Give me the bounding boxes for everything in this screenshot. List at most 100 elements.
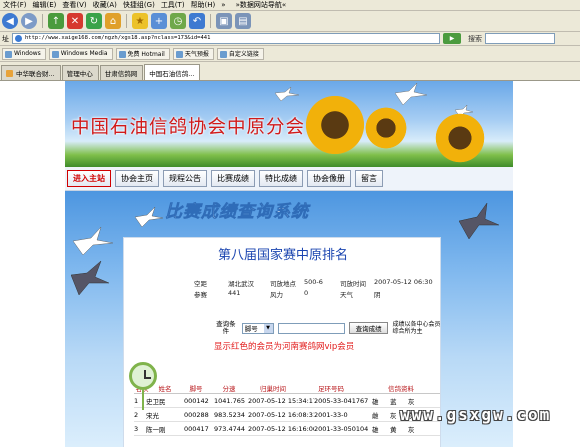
query-button[interactable]: 查询成绩 — [348, 322, 389, 334]
nav-photo-album[interactable]: 协会像册 — [307, 170, 351, 187]
tab-2[interactable]: 管理中心 — [61, 65, 99, 80]
home-icon[interactable]: ⌂ — [105, 13, 121, 29]
nav-rules-notices[interactable]: 规程公告 — [163, 170, 207, 187]
cell-speed: 973.4744 — [214, 424, 246, 433]
menu-view[interactable]: 查看(V) — [62, 0, 86, 10]
cell-ring-no: 2001-33-0 — [314, 410, 348, 419]
table-header: 名次 姓名 脚号 分速 归巢时间 足环号码 信鸽资料 — [134, 382, 440, 394]
address-input[interactable]: http://www.xaige168.com/ngzh/xgs18.asp?n… — [12, 33, 440, 44]
link-windows-media[interactable]: Windows Media — [48, 47, 113, 60]
cell-color: 蓝 — [390, 397, 397, 406]
pigeon-icon — [275, 87, 299, 101]
search-label: 搜索 — [468, 34, 482, 43]
column-header: 足环号码 — [318, 384, 344, 393]
go-button[interactable]: ▶ — [443, 33, 461, 44]
sunflower-icon — [365, 107, 407, 149]
table-row[interactable]: 2 宋光 000288 983.5234 2007-05-12 16:08:31… — [134, 408, 440, 422]
clock-hand — [144, 377, 151, 379]
refresh-icon[interactable]: ↻ — [86, 13, 102, 29]
menu-site-nav[interactable]: »数据网站导航« — [236, 0, 287, 10]
column-header: 分速 — [222, 384, 236, 393]
tab-label: 管理中心 — [66, 70, 93, 78]
link-weather[interactable]: 天气预报 — [172, 47, 214, 60]
menu-tools[interactable]: 工具(T) — [161, 0, 185, 10]
site-nav: 进入主站 协会主页 规程公告 比赛成绩 特比成绩 协会像册 留言 — [65, 167, 513, 191]
link-hotmail[interactable]: 免费 Hotmail — [115, 47, 170, 60]
menu-more[interactable]: » — [221, 1, 225, 9]
stop-icon[interactable]: ✕ — [67, 13, 83, 29]
page-content: 中国石油信鸽协会中原分会 进入主站 协会主页 规程公告 比赛成绩 特比成绩 协会… — [65, 81, 513, 447]
toolbar-divider — [126, 14, 127, 28]
cell-eye: 灰 — [408, 425, 415, 434]
race-info: 空距 湖北武汉 司放地点 500-6 司放时间 2007-05-12 06:30… — [194, 278, 442, 299]
menu-favorites[interactable]: 收藏(A) — [93, 0, 117, 10]
tile-icon[interactable]: ▤ — [235, 13, 251, 29]
tab-1[interactable]: 中华联合财... — [1, 65, 61, 80]
cell-foot-no: 000417 — [184, 424, 209, 433]
menu-edit[interactable]: 编辑(E) — [33, 0, 57, 10]
info-label: 空距 — [194, 280, 207, 288]
back-icon[interactable]: ◀ — [2, 13, 18, 29]
nav-race-results[interactable]: 比赛成绩 — [211, 170, 255, 187]
page-icon — [6, 69, 13, 77]
query-form: 查询条件 脚号 ▼ 查询成绩 成绩以各中心会员综合所为主 — [214, 318, 442, 338]
clock-icon — [129, 362, 157, 390]
search-input[interactable] — [485, 33, 555, 44]
table-row[interactable]: 3 陈一刚 000417 973.4744 2007-05-12 16:16:0… — [134, 422, 440, 436]
nav-enter-main-site[interactable]: 进入主站 — [67, 170, 111, 187]
nav-special-results[interactable]: 特比成绩 — [259, 170, 303, 187]
site-banner: 中国石油信鸽协会中原分会 — [65, 81, 513, 167]
info-label: 司放时间 — [340, 280, 366, 288]
pigeon-icon — [395, 83, 427, 105]
nav-association-home[interactable]: 协会主页 — [115, 170, 159, 187]
info-value: 湖北武汉 — [228, 280, 254, 288]
site-watermark: www.gsxgw.com — [400, 405, 552, 424]
query-input[interactable] — [277, 322, 345, 334]
toolbar-divider — [42, 14, 43, 28]
link-windows[interactable]: Windows — [2, 47, 46, 60]
links-bar: Windows Windows Media 免费 Hotmail 天气预报 自定… — [0, 46, 580, 62]
nav-guestbook[interactable]: 留言 — [355, 170, 383, 187]
cell-rank: 1 — [134, 396, 139, 405]
favorites-star-icon[interactable]: ★ — [132, 13, 148, 29]
sunflower-icon — [435, 113, 485, 163]
forward-icon[interactable]: ▶ — [21, 13, 37, 29]
window-icon[interactable]: ▣ — [216, 13, 232, 29]
cell-foot-no: 000288 — [184, 410, 209, 419]
clock-stem — [142, 390, 144, 410]
cell-sex: 雄 — [372, 397, 379, 406]
history-icon[interactable]: ◷ — [170, 13, 186, 29]
undo-icon[interactable]: ↶ — [189, 13, 205, 29]
column-header: 信鸽资料 — [388, 384, 414, 393]
site-title: 中国石油信鸽协会中原分会 — [71, 117, 306, 138]
tab-label: 中华联合财... — [16, 70, 55, 78]
menu-help[interactable]: 帮助(H) — [191, 0, 216, 10]
chevron-down-icon[interactable]: ▼ — [263, 323, 273, 333]
cell-return-time: 2007-05-12 16:08:31 — [248, 410, 314, 419]
column-header: 脚号 — [189, 384, 203, 393]
table-row[interactable]: 1 史卫民 000142 1041.765 2007-05-12 15:34:1… — [134, 394, 440, 408]
cell-rank: 2 — [134, 410, 139, 419]
cell-ring-no: 2005-33-041767 — [314, 396, 369, 405]
results-table: 名次 姓名 脚号 分速 归巢时间 足环号码 信鸽资料 1 史卫民 000142 … — [134, 382, 440, 436]
cell-foot-no: 000142 — [184, 396, 209, 405]
tab-3[interactable]: 甘肃信鸽网 — [99, 65, 144, 80]
menu-shortcuts[interactable]: 快捷组(G) — [123, 0, 155, 10]
pigeon-icon — [71, 261, 109, 295]
menu-file[interactable]: 文件(F) — [3, 0, 27, 10]
info-label: 司放地点 — [270, 280, 296, 288]
info-value: 阴 — [374, 291, 381, 299]
go-up-icon[interactable]: ↑ — [48, 13, 64, 29]
info-value: 2007-05-12 06:30 — [374, 278, 433, 286]
cell-name: 史卫民 — [146, 397, 166, 406]
pigeon-icon — [135, 207, 163, 227]
tab-4-active[interactable]: 中国石油信鸽... — [144, 64, 201, 80]
add-favorite-icon[interactable]: + — [151, 13, 167, 29]
query-type-select[interactable]: 脚号 ▼ — [241, 322, 274, 334]
link-custom[interactable]: 自定义链接 — [216, 47, 264, 60]
info-value: 0 — [304, 289, 309, 297]
web-page: 中国石油信鸽协会中原分会 进入主站 协会主页 规程公告 比赛成绩 特比成绩 协会… — [0, 81, 580, 447]
cell-sex: 雌 — [372, 411, 379, 420]
address-bar: 址 http://www.xaige168.com/ngzh/xgs18.asp… — [0, 32, 580, 46]
column-header: 归巢时间 — [260, 384, 286, 393]
